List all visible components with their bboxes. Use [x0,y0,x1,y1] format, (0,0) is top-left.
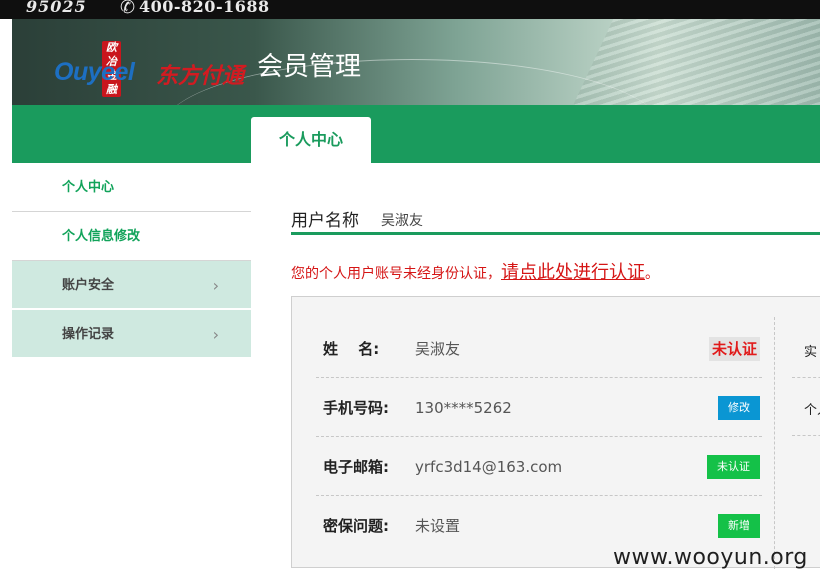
sidebar-item-operation-log[interactable]: 操作记录 › [12,310,251,359]
main-nav: 个人中心 [12,105,820,163]
column-divider [774,317,775,569]
sidebar: 个人中心 个人信息修改 账户安全 › 操作记录 › [12,163,251,359]
chevron-right-icon: › [212,325,219,344]
phone-value: 130****5262 [415,399,512,417]
sidebar-item-label: 个人中心 [62,180,115,195]
system-title: 会员管理 [257,52,362,82]
sidebar-item-label: 个人信息修改 [62,229,141,244]
header-banner: 欧冶金融 Ouyeel 东方付通 会员管理 [12,19,820,105]
name-value: 吴淑友 [415,340,461,358]
username-label: 用户名称 [291,211,359,231]
verify-link[interactable]: 请点此处进行认证 [501,262,645,283]
phone-icon: ✆ [120,0,136,18]
sidebar-item-personal-center[interactable]: 个人中心 [12,163,251,212]
unverified-status: 未认证 [708,337,760,361]
logo-en: Ouyeel [54,58,135,86]
verify-email-button[interactable]: 未认证 [707,455,760,479]
phone-row: 手机号码: 130****5262 修改 [316,379,762,437]
add-security-question-button[interactable]: 新增 [718,514,760,538]
verification-warning: 您的个人用户账号未经身份认证，请点此处进行认证。 [291,258,659,284]
top-number: 95025 [26,0,87,16]
right-col-divider [792,377,820,378]
sidebar-item-edit-info[interactable]: 个人信息修改 [12,212,251,261]
username-value: 吴淑友 [381,213,423,229]
email-label: 电子邮箱: [323,458,389,476]
email-row: 电子邮箱: yrfc3d14@163.com 未认证 [316,438,762,496]
right-col-text-1: 实 [804,345,818,360]
right-col-text-2: 个人 [804,403,820,418]
name-label: 姓 名: [323,340,380,358]
warning-end: 。 [645,266,659,282]
hotline-number: 400-820-1688 [139,0,270,16]
top-bar: 95025 ✆ 400-820-1688 [0,0,820,19]
logo-cn: 东方付通 [156,64,245,89]
username-header: 用户名称 吴淑友 [291,204,820,235]
warning-text: 您的个人用户账号未经身份认证， [291,266,501,282]
phone-label: 手机号码: [323,399,389,417]
sidebar-item-account-security[interactable]: 账户安全 › [12,261,251,310]
sidebar-item-label: 账户安全 [62,278,115,293]
edit-phone-button[interactable]: 修改 [718,396,760,420]
tab-personal-center[interactable]: 个人中心 [251,117,371,163]
security-question-value: 未设置 [415,517,461,535]
right-col-divider [792,435,820,436]
profile-info-box: 姓 名: 吴淑友 未认证 手机号码: 130****5262 修改 电子邮箱: … [291,296,820,569]
chevron-right-icon: › [212,276,219,295]
name-row: 姓 名: 吴淑友 未认证 [316,320,762,378]
email-value: yrfc3d14@163.com [415,458,563,476]
page: 95025 ✆ 400-820-1688 欧冶金融 Ouyeel 东方付通 会员… [0,0,820,588]
watermark: www.wooyun.org [613,545,808,570]
security-question-label: 密保问题: [323,517,389,535]
sidebar-item-label: 操作记录 [62,327,115,342]
